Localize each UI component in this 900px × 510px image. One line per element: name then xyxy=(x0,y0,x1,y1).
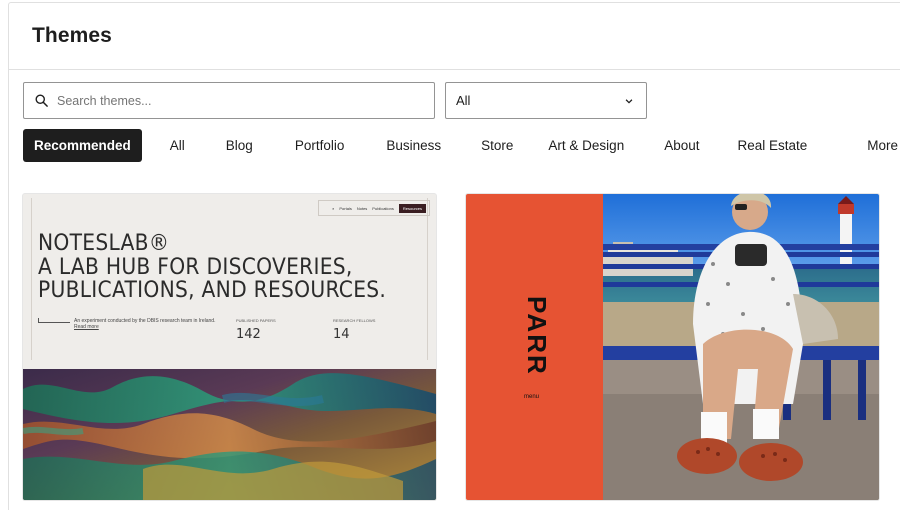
preview-logo: PARR xyxy=(522,296,552,376)
preview-stat: PUBLISHED PAPERS 142 xyxy=(236,318,276,342)
preview-nav-item: Notes xyxy=(356,205,368,211)
search-input[interactable] xyxy=(57,93,417,108)
search-icon xyxy=(35,94,48,107)
search-icon: ⌕ xyxy=(332,205,335,211)
tab-recommended[interactable]: Recommended xyxy=(23,129,142,162)
preview-nav-item: Portals xyxy=(339,205,352,211)
tab-blog[interactable]: Blog xyxy=(199,129,280,162)
search-row: All xyxy=(23,82,647,119)
tab-more[interactable]: More xyxy=(837,129,900,162)
tab-real-estate[interactable]: Real Estate xyxy=(719,129,837,162)
tab-art-design[interactable]: Art & Design xyxy=(533,129,644,162)
category-select-value: All xyxy=(456,93,471,108)
tab-portfolio[interactable]: Portfolio xyxy=(280,129,366,162)
preview-menu-link: menu xyxy=(524,394,540,400)
preview-artwork xyxy=(23,369,436,500)
page-header: Themes xyxy=(9,3,900,70)
tab-store[interactable]: Store xyxy=(461,129,533,162)
category-select[interactable]: All xyxy=(445,82,647,119)
tab-all[interactable]: All xyxy=(156,129,199,162)
preview-title: NOTESLAB® A LAB HUB FOR DISCOVERIES, PUB… xyxy=(38,230,387,303)
divider xyxy=(31,198,32,360)
preview-nav-item: Publications xyxy=(372,205,394,211)
preview-intro: An experiment conducted by the DBIS rese… xyxy=(38,318,218,330)
preview-nav-button: Resources xyxy=(398,203,426,213)
search-field[interactable] xyxy=(23,82,435,119)
preview-stat: RESEARCH FELLOWS 14 xyxy=(333,318,376,342)
page-title: Themes xyxy=(32,24,112,47)
tab-business[interactable]: Business xyxy=(365,129,461,162)
tab-about[interactable]: About xyxy=(644,129,719,162)
category-tabs: Recommended All Blog Portfolio Business … xyxy=(23,129,900,162)
theme-card-noteslab[interactable]: ⌕ Portals Notes Publications Resources N… xyxy=(23,194,436,500)
preview-nav: ⌕ Portals Notes Publications Resources xyxy=(318,200,430,216)
theme-card-parr[interactable]: PARR menu xyxy=(466,194,879,500)
preview-photo xyxy=(603,194,879,500)
chevron-down-icon xyxy=(625,98,633,104)
